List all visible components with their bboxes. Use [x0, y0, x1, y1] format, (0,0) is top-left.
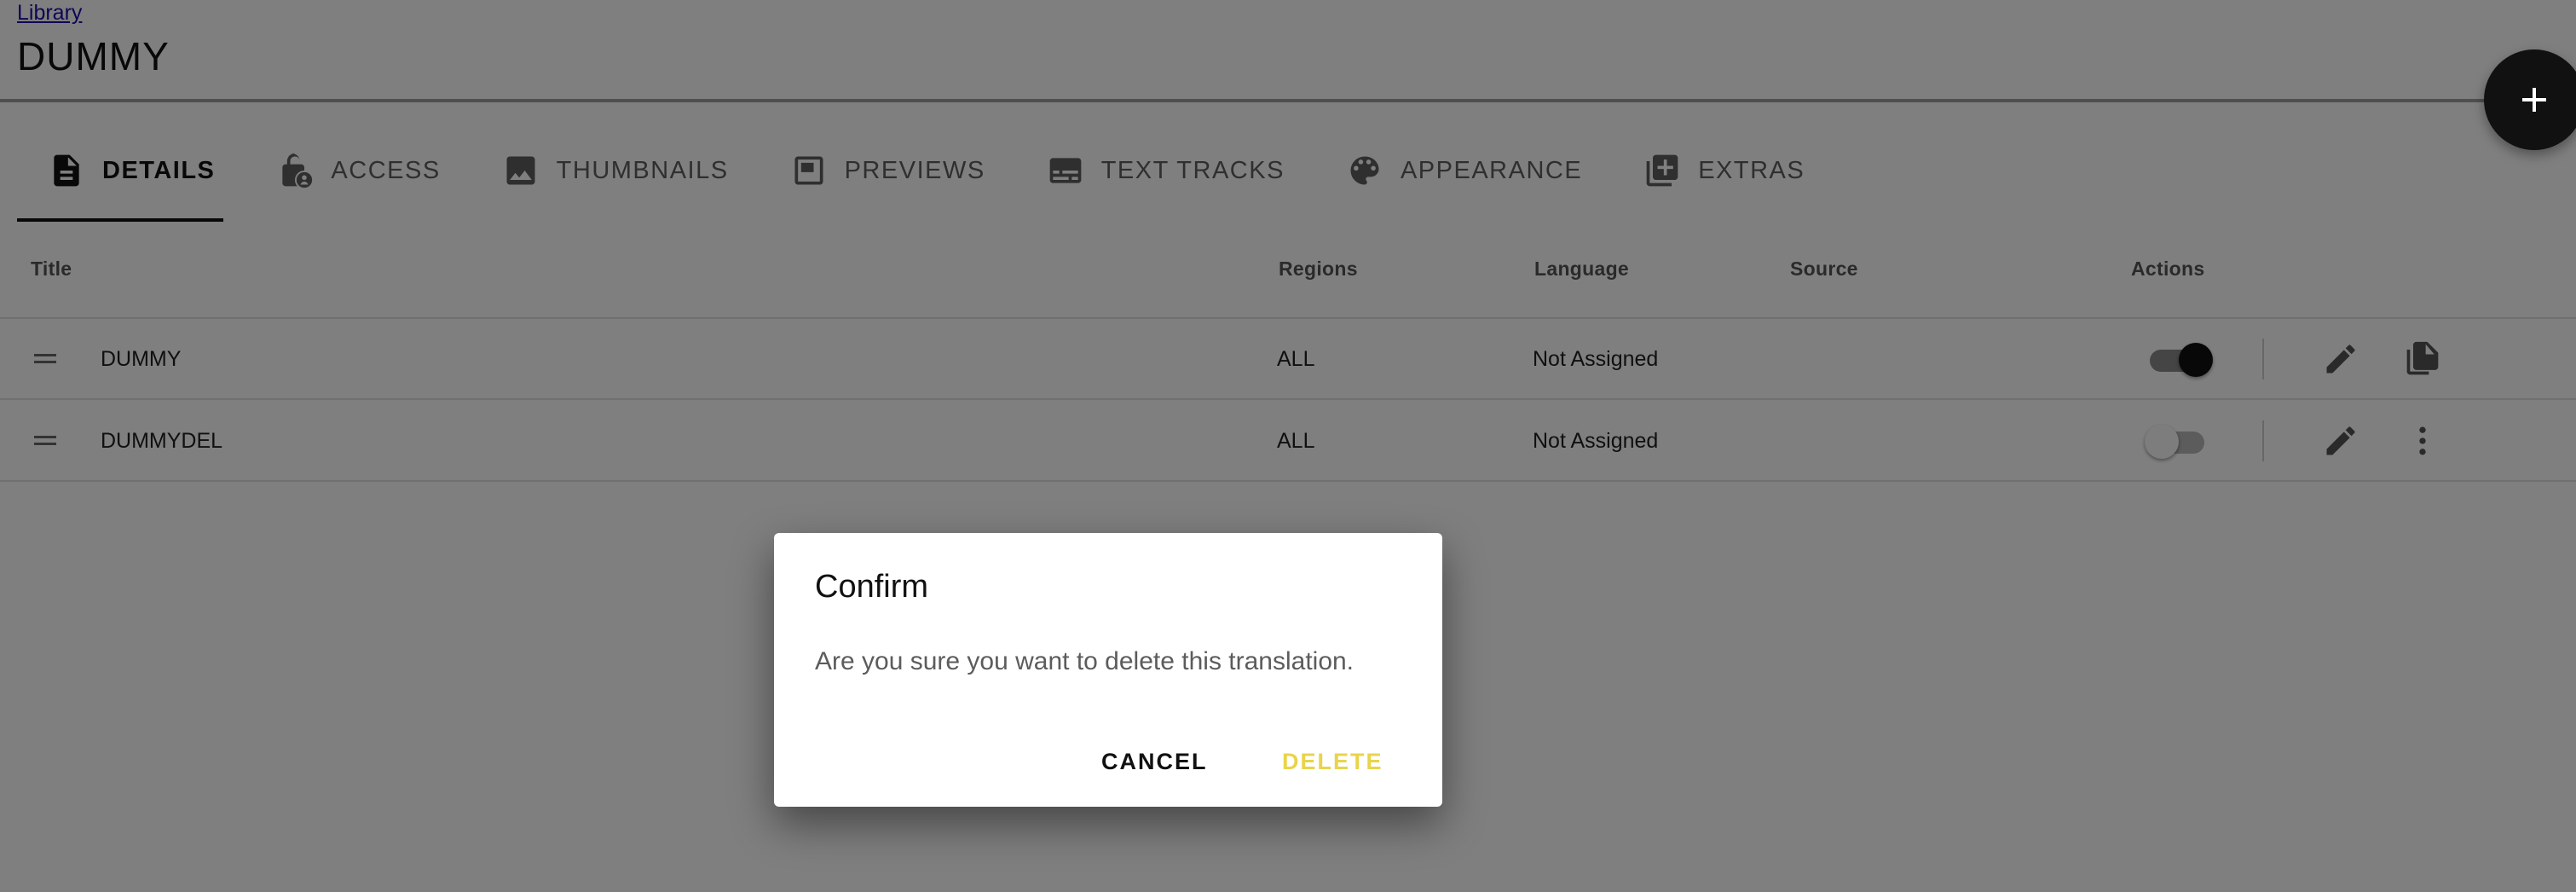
delete-button[interactable]: DELETE [1282, 746, 1383, 777]
dialog-title: Confirm [815, 569, 929, 605]
dialog-message: Are you sure you want to delete this tra… [815, 647, 1354, 675]
page: Library DUMMY DETAILS ACCESS THUMBNAILS [0, 0, 2576, 892]
add-fab-button[interactable] [2484, 49, 2576, 150]
cancel-button[interactable]: CANCEL [1101, 746, 1208, 777]
confirm-dialog: Confirm Are you sure you want to delete … [774, 533, 1442, 807]
plus-icon [2522, 88, 2546, 112]
